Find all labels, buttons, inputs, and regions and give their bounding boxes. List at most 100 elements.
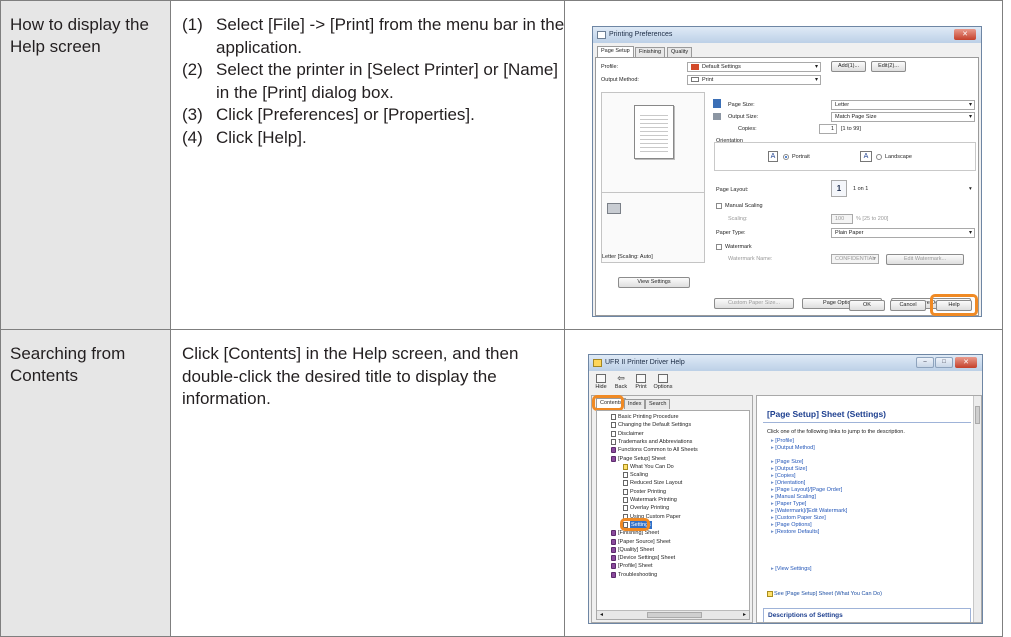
options-icon — [658, 374, 668, 383]
scaling-label: Scaling: — [728, 216, 748, 222]
tree-item[interactable]: Changing the Default Settings — [611, 421, 691, 429]
watermark-name-select[interactable]: CONFIDENTIAL ▾ — [831, 254, 879, 264]
help-link[interactable]: [Watermark]/[Edit Watermark] — [771, 508, 847, 515]
tab-quality[interactable]: Quality — [667, 47, 693, 57]
page-icon — [611, 430, 616, 437]
help-link[interactable]: [Profile] — [771, 438, 794, 445]
output-size-value: Match Page Size — [835, 114, 877, 120]
help-link[interactable]: [Manual Scaling] — [771, 494, 816, 501]
page-layout-select[interactable]: 1 1 on 1 ▾ — [831, 180, 975, 198]
scaling-stepper[interactable]: 100 — [831, 214, 853, 224]
help-content-pane: [Page Setup] Sheet (Settings) Click one … — [756, 395, 982, 623]
window-title: Printing Preferences — [609, 31, 673, 38]
chevron-down-icon: ▾ — [814, 77, 818, 83]
help-link[interactable]: [Orientation] — [771, 480, 805, 487]
help-link[interactable]: [Copies] — [771, 473, 795, 480]
tree-item[interactable]: Poster Printing — [623, 488, 666, 496]
help-link[interactable]: [Custom Paper Size] — [771, 515, 825, 522]
output-method-select[interactable]: Print ▾ — [687, 75, 821, 85]
help-icon — [593, 359, 602, 367]
portrait-radio[interactable] — [783, 154, 789, 160]
help-link[interactable]: [Page Size] — [771, 459, 803, 466]
print-tool[interactable]: Print — [632, 374, 650, 391]
tree-item-label: Reduced Size Layout — [630, 480, 683, 487]
printer-icon — [607, 203, 621, 214]
tree-item[interactable]: Scaling — [623, 471, 648, 479]
book-icon — [611, 546, 616, 553]
minimize-button[interactable]: – — [916, 357, 934, 368]
landscape-radio[interactable] — [876, 154, 882, 160]
tree-item[interactable]: Troubleshooting — [611, 571, 657, 579]
paper-type-value: Plain Paper — [835, 230, 864, 236]
close-button[interactable]: ✕ — [954, 29, 976, 40]
tab-index[interactable]: Index — [624, 399, 646, 409]
output-size-select[interactable]: Match Page Size ▾ — [831, 112, 975, 122]
step-item: (3) Click [Preferences] or [Properties]. — [182, 104, 567, 127]
horizontal-scrollbar[interactable]: ◂ ▸ — [597, 610, 749, 619]
profile-select[interactable]: Default Settings ▾ — [687, 62, 821, 72]
help-intro-text: Click one of the following links to jump… — [767, 429, 905, 435]
vertical-scrollbar[interactable] — [973, 396, 981, 622]
tree-item[interactable]: [Device Settings] Sheet — [611, 554, 675, 562]
watermark-checkbox[interactable] — [716, 244, 722, 250]
tree-item-label: What You Can Do — [630, 463, 674, 470]
document-table: How to display the Help screen (1) Selec… — [0, 0, 1003, 637]
window-titlebar: Printing Preferences ✕ — [593, 27, 981, 43]
tree-item[interactable]: Trademarks and Abbreviations — [611, 438, 692, 446]
help-link[interactable]: [Paper Type] — [771, 501, 806, 508]
tab-finishing[interactable]: Finishing — [635, 47, 666, 57]
page-layout-label: Page Layout: — [716, 187, 749, 193]
row-description: Click [Contents] in the Help screen, and… — [182, 344, 519, 408]
tree-item[interactable]: [Paper Source] Sheet — [611, 538, 671, 546]
help-page-title: [Page Setup] Sheet (Settings) — [767, 409, 887, 419]
tree-item[interactable]: Basic Printing Procedure — [611, 413, 679, 421]
help-link[interactable]: [Output Size] — [771, 466, 807, 473]
options-label: Options — [653, 384, 673, 390]
copies-stepper[interactable]: 1 — [819, 124, 837, 134]
tree-item[interactable]: Functions Common to All Sheets — [611, 446, 698, 454]
tree-item-label: [Page Setup] Sheet — [618, 455, 666, 462]
scrollbar-thumb[interactable] — [647, 612, 702, 618]
tree-item[interactable]: [Profile] Sheet — [611, 562, 653, 570]
paper-type-select[interactable]: Plain Paper ▾ — [831, 228, 975, 238]
help-link[interactable]: [Output Method] — [771, 445, 814, 452]
back-label: Back — [614, 384, 628, 390]
add-profile-button[interactable]: Add(1)... — [831, 61, 866, 72]
step-number: (1) — [182, 15, 203, 34]
tree-item[interactable]: Overlay Printing — [623, 504, 669, 512]
scroll-left-icon[interactable]: ◂ — [600, 611, 603, 619]
step-text: Select [File] -> [Print] from the menu b… — [216, 15, 565, 57]
help-link[interactable]: [View Settings] — [771, 566, 811, 573]
hide-tool[interactable]: Hide — [592, 374, 610, 391]
tree-item[interactable]: Disclaimer — [611, 430, 644, 438]
help-link[interactable]: [Page Layout]/[Page Order] — [771, 487, 842, 494]
ok-button[interactable]: OK — [849, 300, 885, 311]
close-button[interactable]: ✕ — [955, 357, 977, 368]
section-heading-box: Descriptions of Settings — [763, 608, 971, 622]
maximize-button[interactable]: □ — [935, 357, 953, 368]
tree-item[interactable]: Watermark Printing — [623, 496, 677, 504]
tree-item[interactable]: [Quality] Sheet — [611, 546, 654, 554]
chevron-down-icon: ▾ — [968, 230, 972, 236]
scrollbar-thumb[interactable] — [975, 406, 980, 424]
view-settings-button[interactable]: View Settings — [618, 277, 690, 288]
tree-item[interactable]: What You Can Do — [623, 463, 674, 471]
tab-search[interactable]: Search — [645, 399, 671, 409]
tree-item[interactable]: Reduced Size Layout — [623, 479, 682, 487]
edit-watermark-button[interactable]: Edit Watermark... — [886, 254, 964, 265]
portrait-label: Portrait — [792, 154, 810, 160]
tab-page-setup[interactable]: Page Setup — [597, 46, 634, 57]
scroll-right-icon[interactable]: ▸ — [743, 611, 746, 619]
edit-profile-button[interactable]: Edit(2)... — [871, 61, 906, 72]
help-link[interactable]: [Page Options] — [771, 522, 811, 529]
back-tool[interactable]: ⇦ Back — [612, 374, 630, 391]
help-link[interactable]: [Restore Defaults] — [771, 529, 819, 536]
page-size-select[interactable]: Letter ▾ — [831, 100, 975, 110]
see-also-link[interactable]: See [Page Setup] Sheet (What You Can Do) — [767, 590, 882, 598]
page-icon — [623, 497, 628, 503]
tree-item[interactable]: [Page Setup] Sheet — [611, 455, 666, 463]
options-tool[interactable]: Options — [652, 374, 674, 391]
cancel-button[interactable]: Cancel — [890, 300, 926, 311]
custom-paper-size-button[interactable]: Custom Paper Size... — [714, 298, 794, 309]
manual-scaling-checkbox[interactable] — [716, 203, 722, 209]
